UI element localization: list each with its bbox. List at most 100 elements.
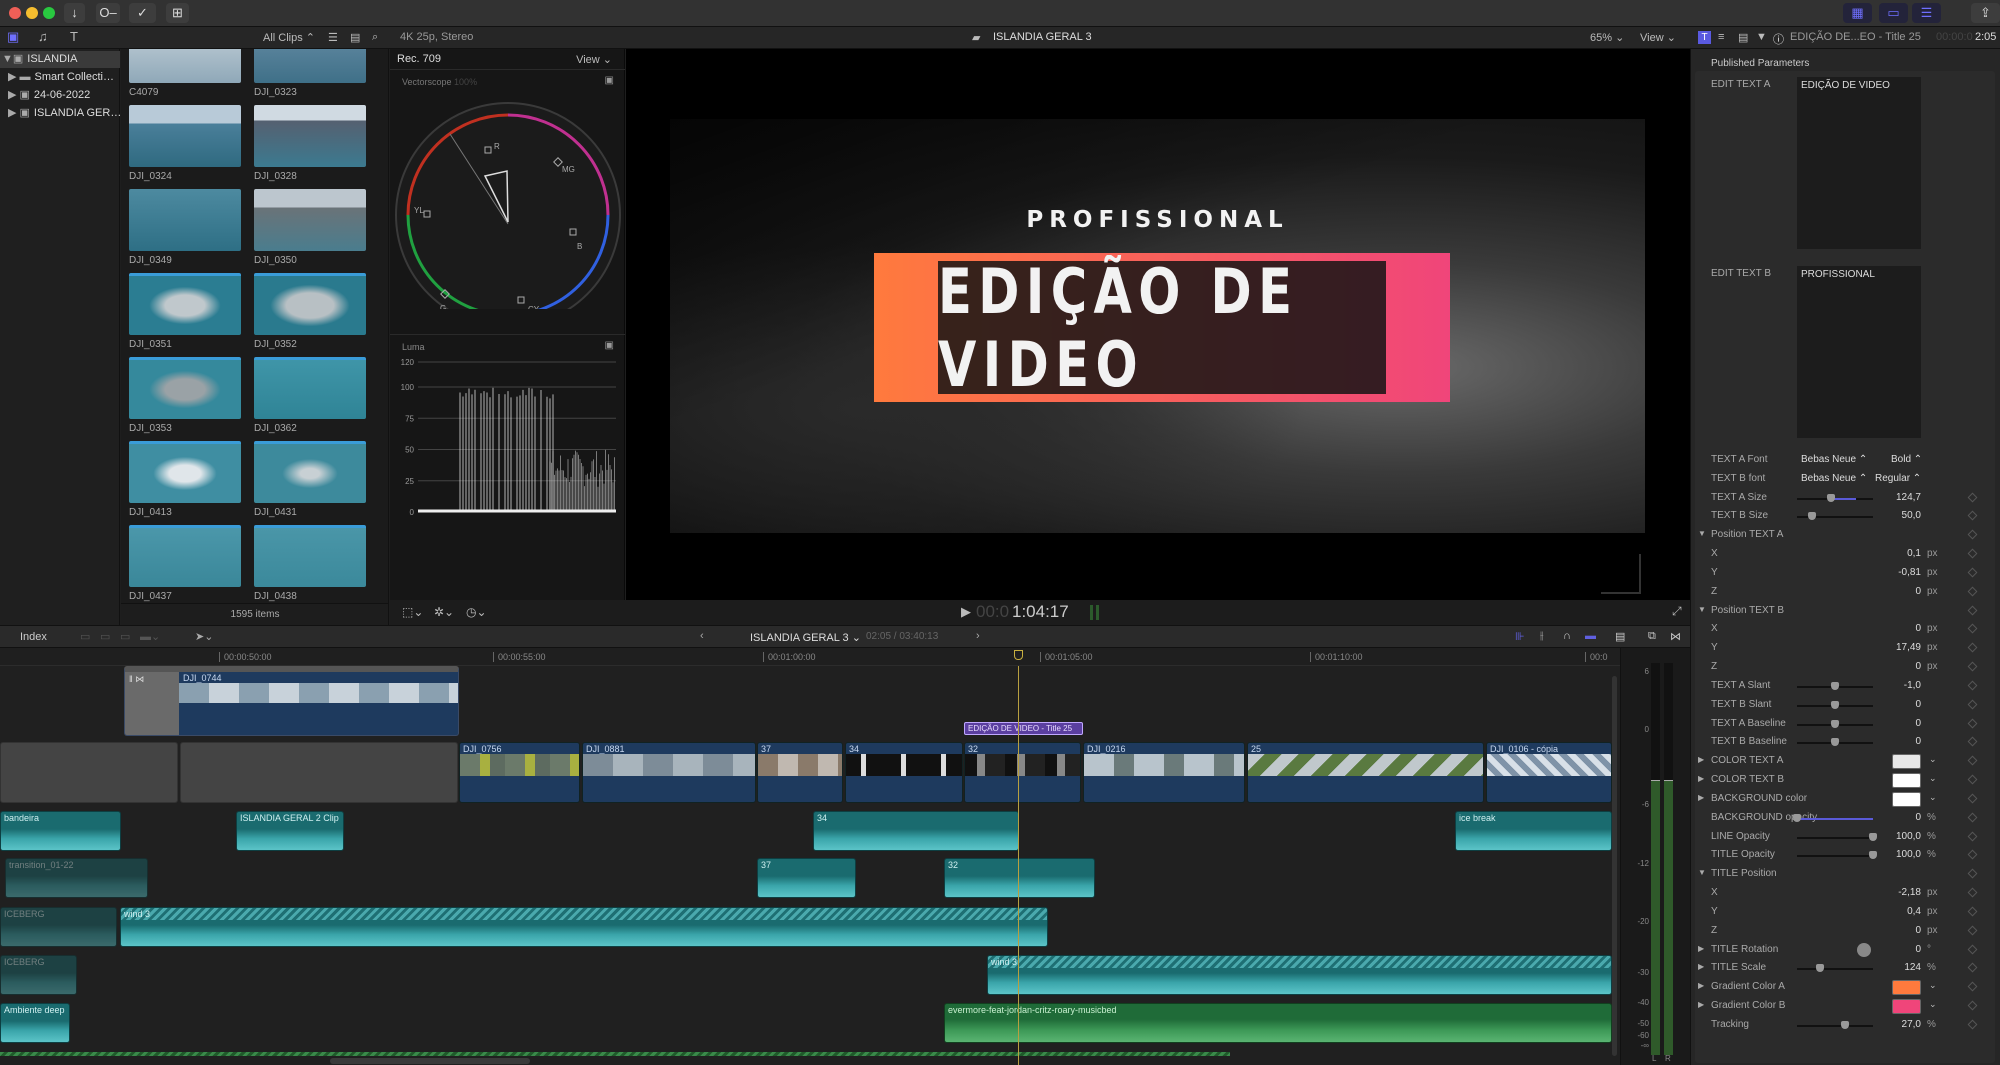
gap-clip[interactable] bbox=[0, 742, 178, 803]
select-tool-icon[interactable]: ➤⌄ bbox=[195, 630, 213, 643]
rotation-dial[interactable] bbox=[1857, 942, 1871, 957]
disclosure-triangle-icon[interactable]: ▶ bbox=[1698, 1000, 1704, 1009]
slider-knob[interactable] bbox=[1831, 681, 1839, 690]
audio-clip[interactable]: 32 bbox=[944, 858, 1095, 898]
keyframe-icon[interactable] bbox=[1967, 944, 1978, 955]
color-swatch[interactable] bbox=[1892, 999, 1921, 1015]
audio-clip[interactable]: Ambiente deep bbox=[0, 1003, 70, 1043]
keyframe-icon[interactable] bbox=[1967, 529, 1978, 540]
param-value[interactable]: 124 bbox=[1904, 962, 1921, 973]
timeline-index-icon[interactable]: ⧉ bbox=[1648, 630, 1656, 643]
titles-generators-icon[interactable]: T bbox=[70, 29, 78, 44]
storyline-clip[interactable]: 37 bbox=[757, 742, 843, 803]
background-tasks-button[interactable]: ✓ bbox=[129, 3, 156, 23]
share-export-button[interactable]: ⇪ bbox=[1971, 3, 2000, 23]
keyframe-icon[interactable] bbox=[1967, 774, 1978, 785]
audio-clip[interactable]: transition_01-22 bbox=[5, 858, 148, 898]
scope-settings-icon[interactable]: ▣ bbox=[605, 75, 614, 86]
play-button[interactable]: ▶ bbox=[961, 604, 971, 620]
keyframe-icon[interactable] bbox=[1967, 1000, 1978, 1011]
clip-thumbnail[interactable] bbox=[129, 357, 241, 419]
param-slider[interactable] bbox=[1797, 512, 1873, 521]
timeline-scrollbar[interactable] bbox=[330, 1058, 530, 1064]
clip-thumbnail[interactable] bbox=[129, 49, 241, 83]
clip-thumbnail[interactable] bbox=[129, 273, 241, 335]
slider-knob[interactable] bbox=[1793, 813, 1801, 822]
keywords-button[interactable]: O‒ bbox=[96, 3, 120, 23]
storyline-clip[interactable]: DJI_0106 - cópia bbox=[1486, 742, 1612, 803]
chevron-down-icon[interactable]: ⌄ bbox=[1929, 773, 1937, 784]
keyframe-icon[interactable] bbox=[1967, 887, 1978, 898]
audio-clip[interactable]: bandeira bbox=[0, 811, 121, 851]
scope-view-dropdown[interactable]: View ⌄ bbox=[576, 53, 612, 66]
param-slider[interactable] bbox=[1797, 851, 1877, 860]
playhead[interactable] bbox=[1018, 666, 1019, 1065]
audio-clip[interactable]: ICEBERG bbox=[0, 955, 77, 995]
clip-thumbnail[interactable] bbox=[254, 525, 366, 587]
param-value[interactable]: 0 bbox=[1915, 925, 1921, 936]
keyframe-icon[interactable] bbox=[1967, 812, 1978, 823]
color-swatch[interactable] bbox=[1892, 980, 1921, 996]
audio-clip[interactable]: ice break bbox=[1455, 811, 1612, 851]
search-icon[interactable]: ⌕ bbox=[372, 31, 378, 44]
param-value[interactable]: -0,81 bbox=[1898, 567, 1921, 578]
music-clip-overflow[interactable] bbox=[0, 1052, 1230, 1056]
clip-thumbnail[interactable] bbox=[129, 525, 241, 587]
color-swatch[interactable] bbox=[1892, 754, 1921, 770]
param-slider[interactable] bbox=[1797, 738, 1873, 747]
param-value[interactable]: 0 bbox=[1915, 699, 1921, 710]
style-popup[interactable]: Regular ⌃ bbox=[1875, 473, 1921, 484]
luma-settings-icon[interactable]: ▣ bbox=[605, 340, 614, 351]
keyframe-icon[interactable] bbox=[1967, 906, 1978, 917]
clip-thumbnail[interactable] bbox=[254, 357, 366, 419]
connected-clip[interactable]: ‖ ⋈ DJI_0744 bbox=[124, 666, 459, 736]
clip-appearance-icon[interactable]: ☰ bbox=[328, 31, 338, 44]
edit-text-b-field[interactable]: PROFISSIONAL bbox=[1797, 266, 1921, 438]
clip-thumbnail[interactable] bbox=[254, 49, 366, 83]
slider-knob[interactable] bbox=[1869, 851, 1877, 860]
disclosure-triangle-icon[interactable]: ▼ bbox=[1698, 868, 1706, 877]
slider-knob[interactable] bbox=[1827, 493, 1836, 502]
param-slider[interactable] bbox=[1797, 493, 1873, 502]
viewer-view-dropdown[interactable]: View ⌄ bbox=[1640, 31, 1676, 44]
audio-clip[interactable]: 34 bbox=[813, 811, 1019, 851]
solo-icon[interactable]: ∩ bbox=[1563, 630, 1571, 642]
audio-clip[interactable]: evermore-feat-jordan-critz-roary-musicbe… bbox=[944, 1003, 1612, 1043]
param-value[interactable]: 0 bbox=[1915, 623, 1921, 634]
library-item[interactable]: ▼▣ ISLANDIA bbox=[0, 51, 120, 68]
zoom-window-button[interactable] bbox=[43, 7, 55, 19]
style-popup[interactable]: Bold ⌃ bbox=[1891, 454, 1922, 465]
color-swatch[interactable] bbox=[1892, 791, 1921, 807]
insert-clip-icon[interactable]: ▭ bbox=[100, 630, 110, 643]
disclosure-triangle-icon[interactable]: ▶ bbox=[1698, 755, 1704, 764]
fullscreen-icon[interactable]: ⤢ bbox=[1672, 604, 1682, 619]
keyframe-icon[interactable] bbox=[1967, 605, 1978, 616]
show-inspector-button[interactable]: ☰ bbox=[1912, 3, 1941, 23]
keyframe-icon[interactable] bbox=[1967, 1019, 1978, 1030]
library-item[interactable]: ▶ ▣ ISLANDIA GER… bbox=[0, 105, 121, 122]
param-slider[interactable] bbox=[1797, 964, 1873, 973]
snapping-icon[interactable]: ▬ bbox=[1585, 630, 1596, 642]
keyframe-icon[interactable] bbox=[1967, 755, 1978, 766]
slider-knob[interactable] bbox=[1831, 700, 1839, 709]
storyline-clip[interactable]: DJI_0881 bbox=[582, 742, 756, 803]
font-popup[interactable]: Bebas Neue ⌃ bbox=[1801, 454, 1867, 465]
clip-thumbnail[interactable] bbox=[254, 441, 366, 503]
param-value[interactable]: 0 bbox=[1915, 661, 1921, 672]
zoom-dropdown[interactable]: 65% ⌄ bbox=[1590, 31, 1624, 44]
param-value[interactable]: 27,0 bbox=[1902, 1019, 1921, 1030]
disclosure-triangle-icon[interactable]: ▶ bbox=[1698, 981, 1704, 990]
storyline-clip[interactable]: 32 bbox=[964, 742, 1081, 803]
clip-appearance-icon[interactable]: ▤ bbox=[1615, 630, 1625, 643]
video-inspector-tab[interactable]: ▤ bbox=[1738, 31, 1748, 44]
keyframe-icon[interactable] bbox=[1967, 981, 1978, 992]
libraries-icon[interactable]: ▣ bbox=[7, 29, 19, 45]
keyframe-icon[interactable] bbox=[1967, 925, 1978, 936]
keyframe-icon[interactable] bbox=[1967, 849, 1978, 860]
library-item[interactable]: ▶ ▬ Smart Collecti… bbox=[0, 69, 120, 86]
clip-thumbnail[interactable] bbox=[254, 189, 366, 251]
title-clip[interactable]: EDIÇÃO DE VIDEO - Title 25 bbox=[964, 722, 1083, 735]
disclosure-triangle-icon[interactable]: ▼ bbox=[1698, 529, 1706, 538]
clip-filter-dropdown[interactable]: All Clips ⌃ bbox=[263, 31, 315, 44]
transform-icon[interactable]: ⬚⌄ bbox=[402, 605, 423, 619]
